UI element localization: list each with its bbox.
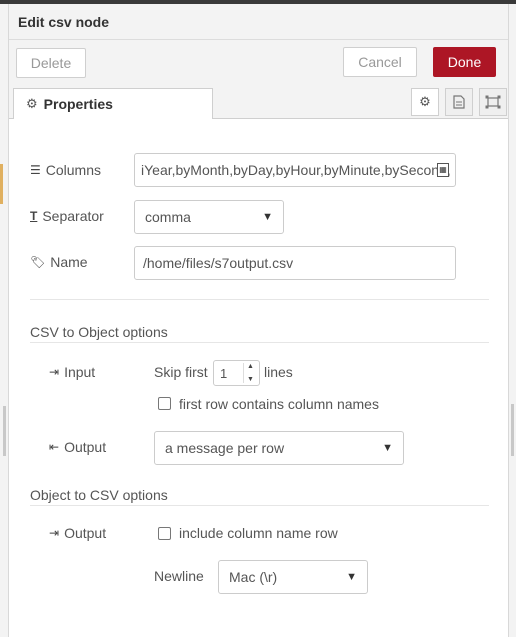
stepper-arrows-icon[interactable]: ▲ ▼ xyxy=(243,363,257,383)
chevron-down-icon: ▼ xyxy=(262,211,273,223)
separator-select[interactable]: comma ▼ xyxy=(134,200,284,234)
sign-in-icon: ⇥ xyxy=(49,526,60,540)
include-header-label: include column name row xyxy=(179,525,338,541)
name-label: 🏷 Name xyxy=(30,254,88,270)
divider xyxy=(30,505,489,506)
right-resize-grip[interactable] xyxy=(511,404,514,456)
include-header-checkbox[interactable] xyxy=(158,527,171,540)
skip-first-label: Skip first xyxy=(154,364,208,380)
lines-label: lines xyxy=(264,364,293,380)
tray-title: Edit csv node xyxy=(18,14,110,30)
chevron-down-icon: ▼ xyxy=(382,442,393,454)
expand-editor-icon[interactable]: ▦ xyxy=(437,163,449,177)
properties-panel: ☰ Columns iYear,byMonth,byDay,byHour,byM… xyxy=(9,119,508,637)
sign-out-icon: ⇤ xyxy=(49,440,60,454)
output-label: ⇤ Output xyxy=(49,439,107,455)
left-resize-grip[interactable] xyxy=(3,406,6,456)
done-button[interactable]: Done xyxy=(433,47,496,77)
tray-toolbar: Delete Cancel Done xyxy=(9,40,508,85)
chevron-down-icon: ▼ xyxy=(346,571,357,583)
document-icon xyxy=(453,95,465,109)
tab-properties-label: Properties xyxy=(43,96,113,112)
sign-in-icon: ⇥ xyxy=(49,365,60,379)
divider xyxy=(30,342,489,343)
columns-input[interactable]: iYear,byMonth,byDay,byHour,byMinute,bySe… xyxy=(134,153,456,187)
input-label: ⇥ Input xyxy=(49,364,96,380)
right-workspace-edge xyxy=(508,4,516,637)
description-tab[interactable] xyxy=(445,88,473,116)
object-to-csv-title: Object to CSV options xyxy=(30,487,168,503)
gear-icon: ⚙ xyxy=(26,96,38,111)
tab-properties[interactable]: ⚙ Properties xyxy=(13,88,213,120)
tabs-bar: ⚙ Properties ⚙ xyxy=(9,85,508,120)
first-row-label: first row contains column names xyxy=(179,396,379,412)
tray-header: Edit csv node xyxy=(9,4,508,40)
csv-to-object-title: CSV to Object options xyxy=(30,324,168,340)
cancel-button[interactable]: Cancel xyxy=(343,47,417,77)
newline-select[interactable]: Mac (\r) ▼ xyxy=(218,560,368,594)
text-icon: T xyxy=(30,209,38,223)
tag-icon: 🏷 xyxy=(30,255,46,269)
delete-button[interactable]: Delete xyxy=(16,48,86,78)
list-icon: ☰ xyxy=(30,163,41,177)
appearance-tab[interactable] xyxy=(479,88,507,116)
node-appearance-icon xyxy=(485,95,501,109)
output-mode-select[interactable]: a message per row ▼ xyxy=(154,431,404,465)
gear-icon: ⚙ xyxy=(419,94,431,109)
skip-lines-stepper[interactable]: 1 ▲ ▼ xyxy=(213,360,260,386)
first-row-checkbox[interactable] xyxy=(158,397,171,410)
object-output-label: ⇥ Output xyxy=(49,525,107,541)
columns-label: ☰ Columns xyxy=(30,162,102,178)
divider xyxy=(30,299,489,300)
node-settings-tab[interactable]: ⚙ xyxy=(411,88,439,116)
separator-label: T Separator xyxy=(30,208,104,224)
left-workspace-edge xyxy=(0,4,9,637)
newline-label: Newline xyxy=(154,568,204,584)
name-input[interactable]: /home/files/s7output.csv xyxy=(134,246,456,280)
left-edge-marker xyxy=(0,164,3,204)
